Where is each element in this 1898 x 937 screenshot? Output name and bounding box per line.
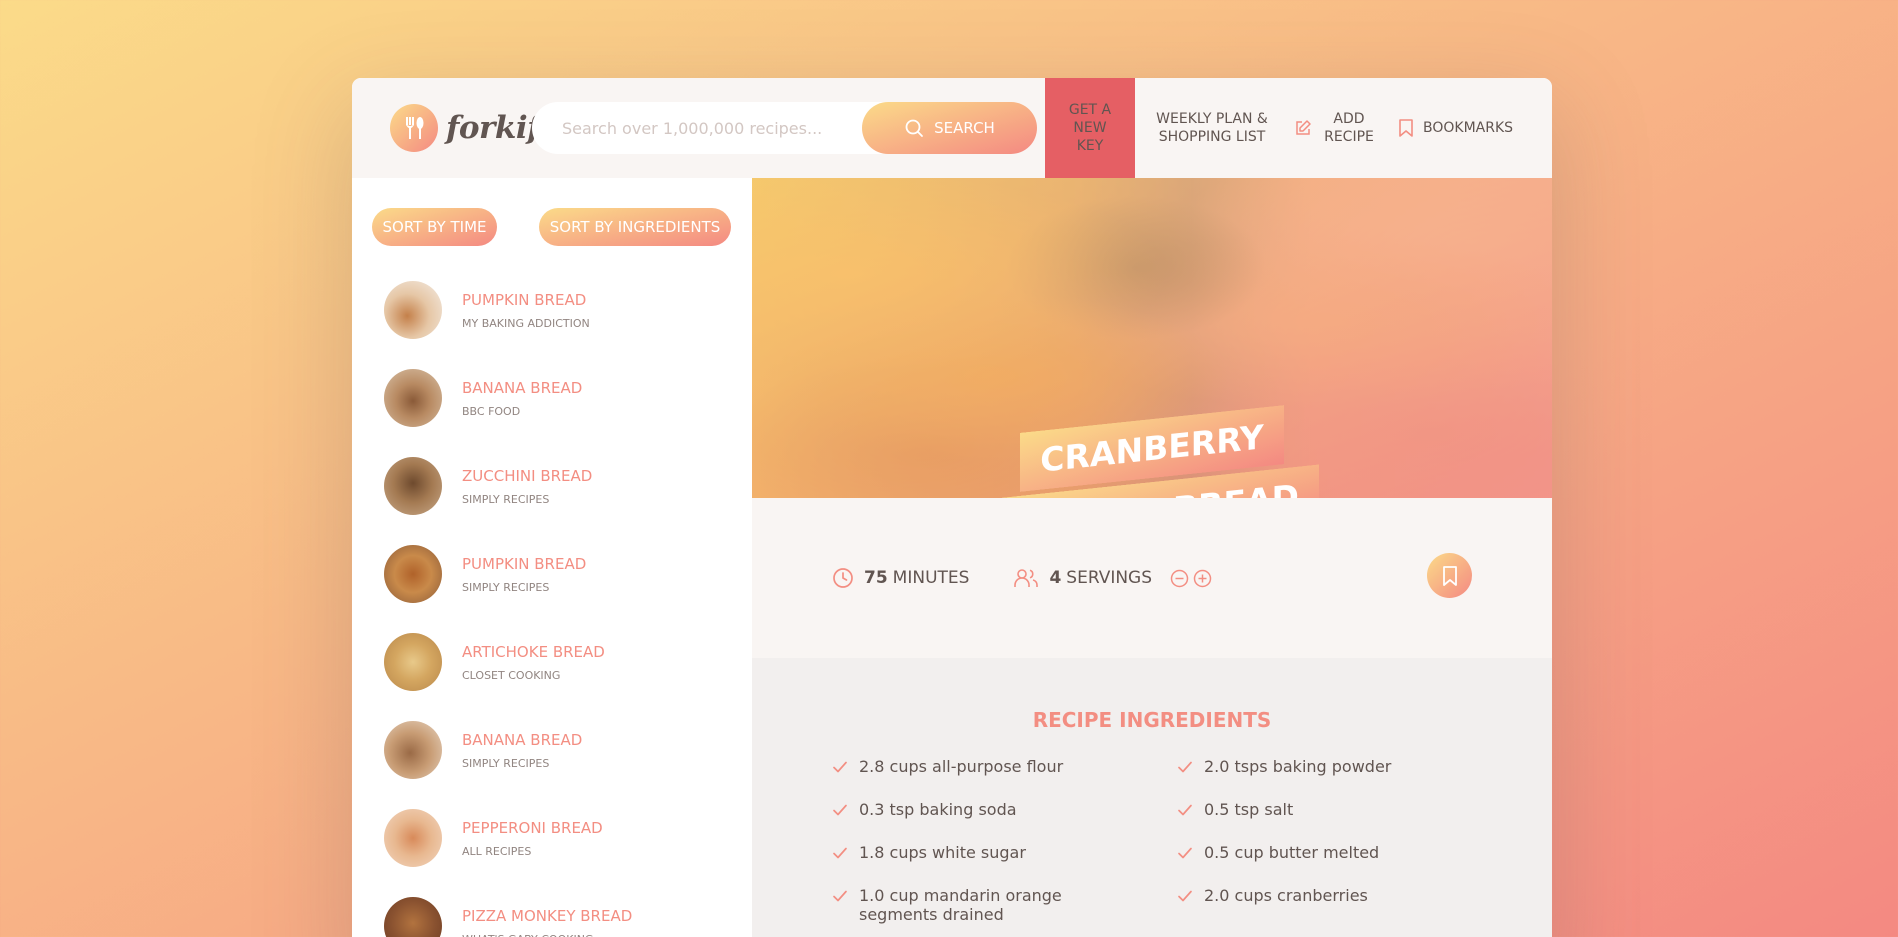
get-new-key-button[interactable]: Get a new key: [1045, 78, 1135, 178]
decrease-servings-icon[interactable]: [1170, 569, 1189, 588]
check-icon: [1178, 847, 1192, 859]
result-thumbnail: [384, 809, 442, 867]
ingredients-heading: Recipe ingredients: [1032, 708, 1272, 732]
ingredient-text: 0.5 cup butter melted: [1204, 843, 1380, 862]
bookmarks-label: Bookmarks: [1423, 119, 1514, 136]
result-title: Pizza Monkey Bread: [462, 906, 633, 925]
result-title: Artichoke Bread: [462, 642, 605, 661]
result-thumbnail: [384, 369, 442, 427]
check-icon: [1178, 890, 1192, 902]
search-button-label: Search: [934, 119, 995, 137]
recipe-details: 75 minutes 4 servings: [752, 498, 1552, 658]
bookmark-icon: [1442, 565, 1457, 586]
ingredient-item: 0.5 tsp salt: [1177, 800, 1472, 819]
search-input[interactable]: [532, 102, 862, 154]
result-thumbnail: [384, 721, 442, 779]
bookmark-recipe-button[interactable]: [1427, 553, 1472, 598]
ingredient-item: 2.0 cups cranberries: [1177, 886, 1472, 924]
recipe-view: Cranberry Orange Bread 75 minutes: [752, 178, 1552, 937]
result-thumbnail: [384, 633, 442, 691]
minutes-value: 75: [864, 568, 888, 588]
sort-by-time-button[interactable]: Sort by time: [372, 208, 497, 246]
result-publisher: What's Gaby Cooking: [462, 933, 632, 937]
ingredient-item: 2.8 cups all-purpose flour: [832, 757, 1127, 776]
result-publisher: Closet Cooking: [462, 668, 561, 682]
ingredient-text: 1.0 cup mandarin orange segments drained: [859, 886, 1062, 924]
sort-by-ingredients-button[interactable]: Sort by ingredients: [539, 208, 731, 246]
ingredient-item: 2.0 tsps baking powder: [1177, 757, 1472, 776]
result-publisher: Simply Recipes: [462, 580, 550, 594]
add-recipe-label: Add recipe: [1324, 110, 1374, 145]
get-new-key-label: Get a new key: [1068, 101, 1112, 155]
nav-bookmarks[interactable]: Bookmarks: [1397, 78, 1513, 178]
search-results: Sort by time Sort by ingredients Pumpkin…: [352, 178, 752, 937]
result-thumbnail: [384, 457, 442, 515]
result-item[interactable]: Zucchini Bread Simply Recipes: [384, 456, 592, 516]
ingredient-text: 1.8 cups white sugar: [859, 843, 1026, 862]
ingredient-text: 2.0 cups cranberries: [1204, 886, 1368, 905]
check-icon: [833, 761, 847, 773]
search-button[interactable]: Search: [862, 102, 1037, 154]
result-thumbnail: [384, 897, 442, 937]
result-publisher: BBC Food: [462, 404, 521, 418]
result-title: Pepperoni Bread: [462, 818, 603, 837]
app-container: forkify Search Get a new key Weekly plan…: [352, 78, 1552, 937]
bookmark-icon: [1399, 119, 1413, 137]
ingredient-item: 1.0 cup mandarin orange segments drained: [832, 886, 1127, 924]
search-icon: [905, 119, 924, 137]
result-title: Pumpkin Bread: [462, 554, 587, 573]
ingredient-item: 0.5 cup butter melted: [1177, 843, 1472, 862]
result-title: Zucchini Bread: [462, 466, 593, 485]
check-icon: [1178, 761, 1192, 773]
header: forkify Search Get a new key Weekly plan…: [352, 78, 1552, 178]
nav-weekly-plan[interactable]: Weekly plan & shopping list: [1152, 78, 1272, 178]
result-publisher: Simply Recipes: [462, 756, 550, 770]
result-thumbnail: [384, 545, 442, 603]
result-item[interactable]: Banana Bread Simply Recipes: [384, 720, 582, 780]
edit-icon: [1296, 120, 1311, 135]
search-form: Search: [532, 102, 1037, 154]
ingredient-item: 0.3 tsp baking soda: [832, 800, 1127, 819]
ingredient-item: 1.8 cups white sugar: [832, 843, 1127, 862]
check-icon: [833, 847, 847, 859]
result-item[interactable]: Artichoke Bread Closet Cooking: [384, 632, 605, 692]
recipe-ingredients: Recipe ingredients 2.8 cups all-purpose …: [752, 658, 1552, 937]
result-thumbnail: [384, 281, 442, 339]
result-item[interactable]: Pumpkin Bread My Baking Addiction: [384, 280, 590, 340]
recipe-figure: Cranberry Orange Bread: [752, 178, 1552, 498]
result-title: Pumpkin Bread: [462, 290, 587, 309]
check-icon: [833, 890, 847, 902]
servings-value: 4: [1049, 568, 1062, 588]
result-item[interactable]: Banana Bread BBC Food: [384, 368, 582, 428]
increase-servings-icon[interactable]: [1193, 569, 1212, 588]
ingredient-text: 2.8 cups all-purpose flour: [859, 757, 1064, 776]
result-title: Banana Bread: [462, 730, 583, 749]
fork-knife-icon: [390, 104, 438, 152]
servings-label: servings: [1066, 568, 1153, 588]
clock-icon: [833, 568, 853, 588]
recipe-servings: 4 servings: [1013, 567, 1212, 589]
recipe-time: 75 minutes: [832, 567, 969, 589]
result-title: Banana Bread: [462, 378, 583, 397]
result-item[interactable]: Pumpkin Bread Simply Recipes: [384, 544, 586, 604]
check-icon: [1178, 804, 1192, 816]
minutes-label: minutes: [892, 568, 970, 588]
ingredient-text: 0.3 tsp baking soda: [859, 800, 1017, 819]
ingredient-text: 0.5 tsp salt: [1204, 800, 1294, 819]
result-publisher: My Baking Addiction: [462, 316, 590, 330]
ingredient-text: 2.0 tsps baking powder: [1204, 757, 1392, 776]
result-item[interactable]: Pepperoni Bread All Recipes: [384, 808, 603, 868]
result-publisher: All Recipes: [462, 844, 532, 858]
weekly-plan-label: Weekly plan & shopping list: [1156, 110, 1268, 145]
users-icon: [1014, 569, 1039, 587]
check-icon: [833, 804, 847, 816]
result-publisher: Simply Recipes: [462, 492, 550, 506]
result-item[interactable]: Pizza Monkey Bread What's Gaby Cooking: [384, 896, 632, 937]
ingredient-list: 2.8 cups all-purpose flour 2.0 tsps bakin…: [832, 757, 1472, 924]
nav-add-recipe[interactable]: Add recipe: [1294, 78, 1378, 178]
